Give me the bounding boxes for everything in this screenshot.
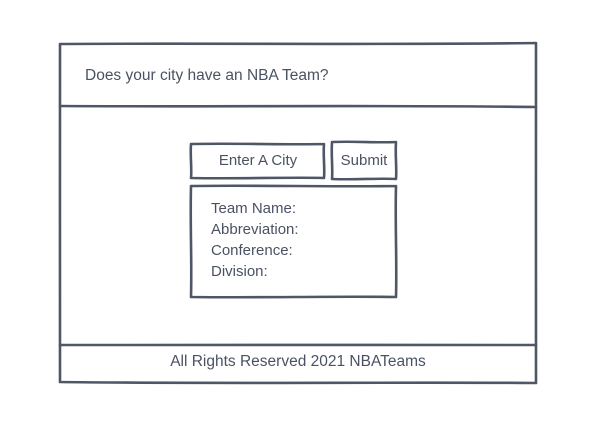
header-divider [58,104,538,109]
page-question: Does your city have an NBA Team? [85,67,329,84]
footer-divider [58,343,538,347]
conference-label: Conference: [211,242,293,259]
abbreviation-label: Abbreviation: [211,221,299,238]
division-label: Division: [211,263,268,280]
submit-button[interactable]: Submit [333,144,395,176]
result-panel: Team Name: Abbreviation: Conference: Div… [211,198,299,282]
city-input[interactable] [194,146,322,174]
footer-copyright: All Rights Reserved 2021 NBATeams [170,353,426,370]
team-name-label: Team Name: [211,200,297,217]
